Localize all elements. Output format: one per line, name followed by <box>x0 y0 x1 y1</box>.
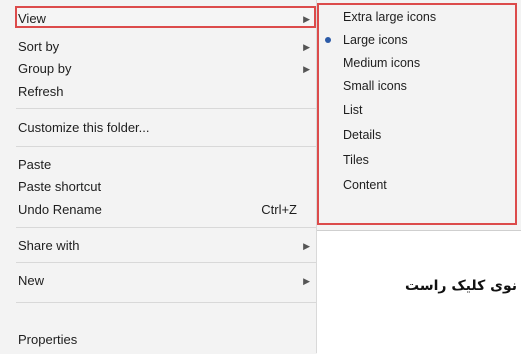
menu-item-label: Group by <box>18 61 72 76</box>
shortcut-label: Ctrl+Z <box>261 202 297 217</box>
menu-item-label: New <box>18 273 45 288</box>
menu-item-new[interactable]: New ▶ <box>0 269 316 293</box>
menu-item-label: Sort by <box>18 39 60 54</box>
menu-item-paste-shortcut[interactable]: Paste shortcut <box>0 175 316 199</box>
triangle-right-icon: ▶ <box>303 64 310 74</box>
menu-item-customize[interactable]: Customize this folder... <box>0 116 316 140</box>
menu-item-paste[interactable]: Paste <box>0 153 316 177</box>
submenu-item-label: Extra large icons <box>343 10 437 24</box>
submenu-item-small-icons[interactable]: Small icons <box>317 75 517 97</box>
menu-item-undo-rename[interactable]: Undo Rename Ctrl+Z <box>0 198 316 222</box>
menu-item-sort-by[interactable]: Sort by ▶ <box>0 35 316 59</box>
submenu-item-list[interactable]: List <box>317 99 517 121</box>
menu-item-group-by[interactable]: Group by ▶ <box>0 57 316 81</box>
submenu-item-medium-icons[interactable]: Medium icons <box>317 52 517 74</box>
menu-separator <box>16 146 316 147</box>
menu-item-label: Refresh <box>18 84 64 99</box>
context-menu: View ▶ Sort by ▶ Group by ▶ Refresh Cust… <box>0 0 317 353</box>
menu-item-label: View <box>18 11 46 26</box>
menu-separator <box>16 302 316 303</box>
caption-text: نوی کلیک راست <box>405 278 517 294</box>
submenu-item-large-icons[interactable]: Large icons <box>317 29 517 51</box>
submenu-item-tiles[interactable]: Tiles <box>317 149 517 171</box>
submenu-item-label: Small icons <box>343 79 407 93</box>
submenu-item-label: List <box>343 103 363 117</box>
menu-item-view[interactable]: View ▶ <box>0 7 316 31</box>
submenu-item-label: Tiles <box>343 153 369 167</box>
view-submenu: Extra large icons Large icons Medium ico… <box>317 0 521 230</box>
menu-item-label: Paste shortcut <box>18 179 102 194</box>
submenu-item-extra-large-icons[interactable]: Extra large icons <box>317 6 517 28</box>
menu-item-label: Share with <box>18 238 80 253</box>
folder-content-area: نوی کلیک راست <box>317 230 521 354</box>
submenu-item-details[interactable]: Details <box>317 124 517 146</box>
menu-item-label: Undo Rename <box>18 202 102 217</box>
menu-separator <box>16 227 316 228</box>
menu-item-refresh[interactable]: Refresh <box>0 80 316 104</box>
submenu-item-content[interactable]: Content <box>317 174 517 196</box>
triangle-right-icon: ▶ <box>303 241 310 251</box>
triangle-right-icon: ▶ <box>303 42 310 52</box>
menu-item-label: Properties <box>18 332 78 347</box>
menu-separator <box>16 108 316 109</box>
menu-item-label: Customize this folder... <box>18 120 150 135</box>
submenu-item-label: Content <box>343 178 387 192</box>
submenu-item-label: Details <box>343 128 382 142</box>
menu-separator <box>16 262 316 263</box>
menu-item-properties[interactable]: Properties <box>0 328 316 352</box>
submenu-item-label: Medium icons <box>343 56 421 70</box>
menu-item-share-with[interactable]: Share with ▶ <box>0 234 316 258</box>
triangle-right-icon: ▶ <box>303 14 310 24</box>
triangle-right-icon: ▶ <box>303 276 310 286</box>
submenu-item-label: Large icons <box>343 33 408 47</box>
radio-bullet-icon <box>325 37 331 43</box>
menu-item-label: Paste <box>18 157 52 172</box>
